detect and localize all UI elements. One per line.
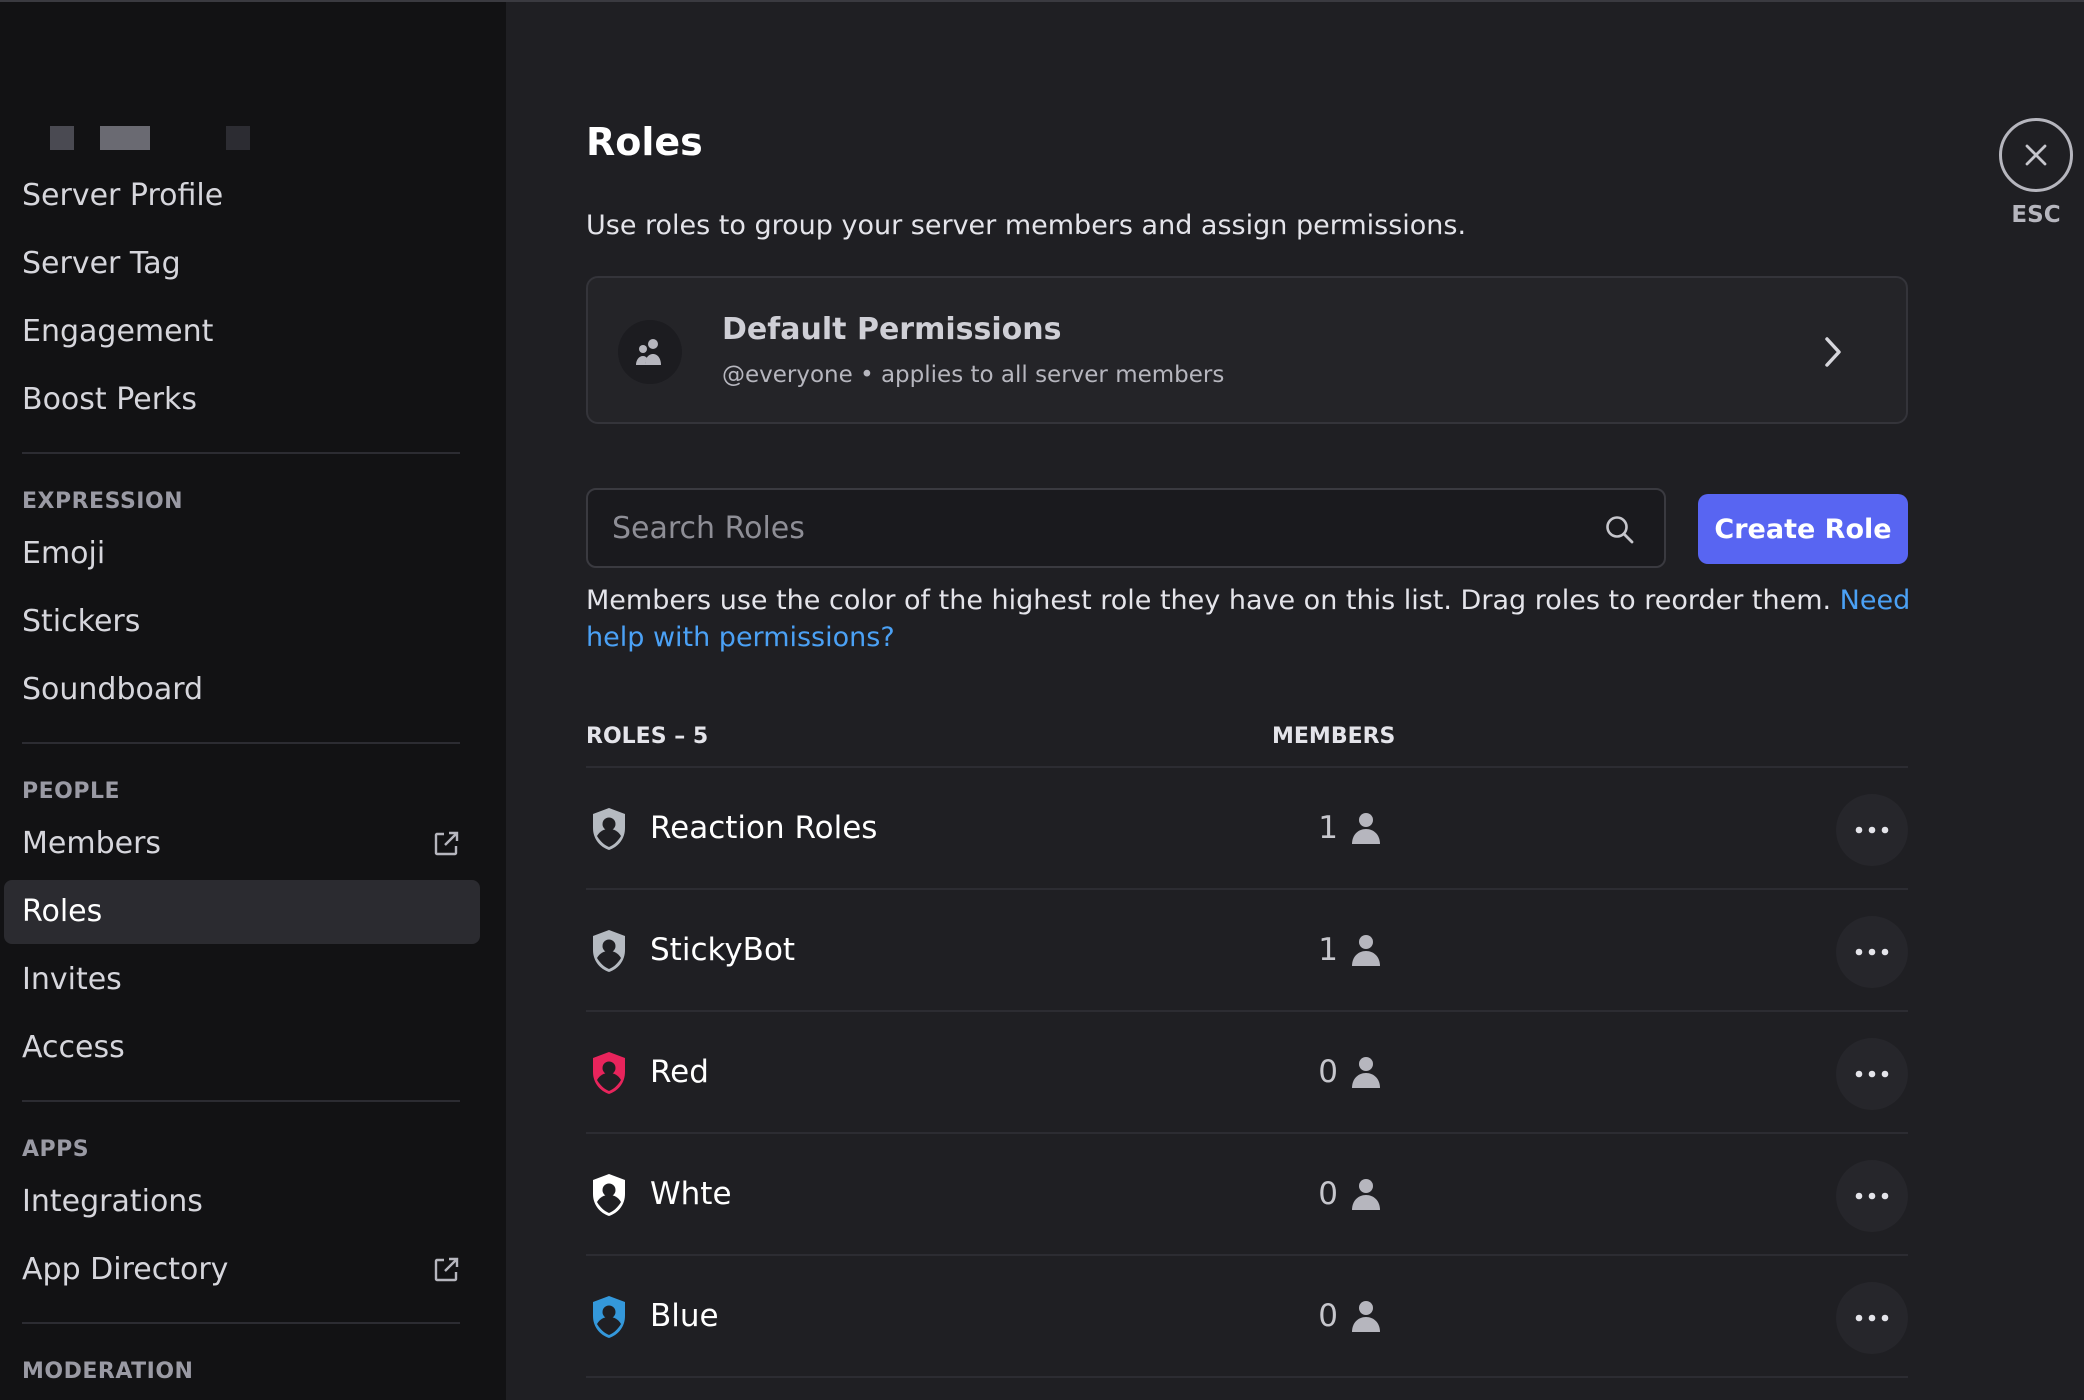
sidebar-item-invites[interactable]: Invites bbox=[4, 948, 480, 1012]
roles-table-header: ROLES – 5 MEMBERS bbox=[586, 718, 1908, 768]
sidebar-header-apps: APPS bbox=[22, 1137, 90, 1162]
person-icon bbox=[1352, 813, 1380, 844]
member-count: 0 bbox=[1318, 1054, 1338, 1090]
role-more-options-button[interactable] bbox=[1836, 794, 1908, 866]
role-shield-icon bbox=[593, 1052, 625, 1094]
members-column-header: MEMBERS bbox=[1272, 724, 1396, 749]
more-horizontal-icon bbox=[1855, 948, 1889, 956]
close-area: ESC bbox=[1986, 118, 2084, 228]
table-row[interactable]: Red 0 bbox=[586, 1012, 1908, 1134]
default-permissions-card[interactable]: Default Permissions @everyone • applies … bbox=[586, 276, 1908, 424]
role-order-help-text: Members use the color of the highest rol… bbox=[586, 582, 1916, 656]
person-icon bbox=[1352, 1301, 1380, 1332]
role-name: Blue bbox=[650, 1298, 719, 1334]
close-icon bbox=[2025, 144, 2047, 166]
sidebar-item-emoji[interactable]: Emoji bbox=[4, 522, 480, 586]
sidebar-header-expression: EXPRESSION bbox=[22, 489, 184, 514]
role-more-options-button[interactable] bbox=[1836, 1160, 1908, 1232]
table-row[interactable]: Whte 0 bbox=[586, 1134, 1908, 1256]
sidebar-item-label: Members bbox=[22, 826, 162, 861]
role-name: Red bbox=[650, 1054, 709, 1090]
people-icon bbox=[636, 339, 661, 365]
more-horizontal-icon bbox=[1855, 1314, 1889, 1322]
person-icon bbox=[1352, 935, 1380, 966]
more-horizontal-icon bbox=[1855, 1192, 1889, 1200]
roles-list: Reaction Roles 1 StickyBot 1 Red 0 Whte 0 Blue 0 bbox=[586, 768, 1908, 1378]
esc-label: ESC bbox=[2011, 202, 2061, 228]
role-more-options-button[interactable] bbox=[1836, 1282, 1908, 1354]
search-input[interactable] bbox=[588, 490, 1664, 566]
table-row[interactable]: Reaction Roles 1 bbox=[586, 768, 1908, 890]
sidebar-item-server-profile[interactable]: Server Profile bbox=[4, 164, 480, 228]
sidebar-divider bbox=[22, 742, 460, 744]
default-permissions-subtitle: @everyone • applies to all server member… bbox=[722, 362, 1225, 388]
external-link-icon bbox=[434, 1257, 459, 1282]
more-horizontal-icon bbox=[1855, 1070, 1889, 1078]
everyone-avatar bbox=[618, 320, 682, 384]
sidebar-item-roles[interactable]: Roles bbox=[4, 880, 480, 944]
sidebar-item-members[interactable]: Members bbox=[4, 812, 480, 876]
sidebar-divider bbox=[22, 1322, 460, 1324]
role-name: StickyBot bbox=[650, 932, 796, 968]
person-icon bbox=[1352, 1179, 1380, 1210]
table-row[interactable]: Blue 0 bbox=[586, 1256, 1908, 1378]
role-shield-icon bbox=[593, 1174, 625, 1216]
sidebar-divider bbox=[22, 1100, 460, 1102]
default-permissions-title: Default Permissions bbox=[722, 312, 1062, 347]
sidebar-item-server-tag[interactable]: Server Tag bbox=[4, 232, 480, 296]
search-icon[interactable] bbox=[1604, 514, 1636, 546]
close-button[interactable] bbox=[1999, 118, 2073, 192]
member-count: 0 bbox=[1318, 1298, 1338, 1334]
external-link-icon bbox=[434, 831, 459, 856]
member-count: 0 bbox=[1318, 1176, 1338, 1212]
help-text-body: Members use the color of the highest rol… bbox=[586, 585, 1840, 616]
member-count: 1 bbox=[1318, 810, 1338, 846]
member-count: 1 bbox=[1318, 932, 1338, 968]
sidebar-item-boost-perks[interactable]: Boost Perks bbox=[4, 368, 480, 432]
page-description: Use roles to group your server members a… bbox=[586, 210, 1467, 241]
search-roles-field[interactable] bbox=[586, 488, 1666, 568]
role-name: Whte bbox=[650, 1176, 732, 1212]
sidebar-item-access[interactable]: Access bbox=[4, 1016, 480, 1080]
person-icon bbox=[1352, 1057, 1380, 1088]
role-name: Reaction Roles bbox=[650, 810, 878, 846]
role-more-options-button[interactable] bbox=[1836, 916, 1908, 988]
role-more-options-button[interactable] bbox=[1836, 1038, 1908, 1110]
chevron-right-icon bbox=[1825, 337, 1841, 367]
sidebar-item-label: App Directory bbox=[22, 1252, 229, 1287]
sidebar-header-moderation: MODERATION bbox=[22, 1359, 194, 1384]
roles-settings-panel: Roles Use roles to group your server mem… bbox=[506, 0, 2084, 1400]
page-title: Roles bbox=[586, 120, 703, 164]
role-shield-icon bbox=[593, 1296, 625, 1338]
more-horizontal-icon bbox=[1855, 826, 1889, 834]
roles-column-header: ROLES – 5 bbox=[586, 724, 709, 749]
sidebar-item-soundboard[interactable]: Soundboard bbox=[4, 658, 480, 722]
sidebar-item-app-directory[interactable]: App Directory bbox=[4, 1238, 480, 1302]
sidebar-item-integrations[interactable]: Integrations bbox=[4, 1170, 480, 1234]
sidebar-header-people: PEOPLE bbox=[22, 779, 121, 804]
sidebar-divider bbox=[22, 452, 460, 454]
create-role-button[interactable]: Create Role bbox=[1698, 494, 1908, 564]
role-shield-icon bbox=[593, 808, 625, 850]
sidebar-item-engagement[interactable]: Engagement bbox=[4, 300, 480, 364]
sidebar: Server Profile Server Tag Engagement Boo… bbox=[0, 0, 506, 1400]
role-shield-icon bbox=[593, 930, 625, 972]
table-row[interactable]: StickyBot 1 bbox=[586, 890, 1908, 1012]
sidebar-item-stickers[interactable]: Stickers bbox=[4, 590, 480, 654]
